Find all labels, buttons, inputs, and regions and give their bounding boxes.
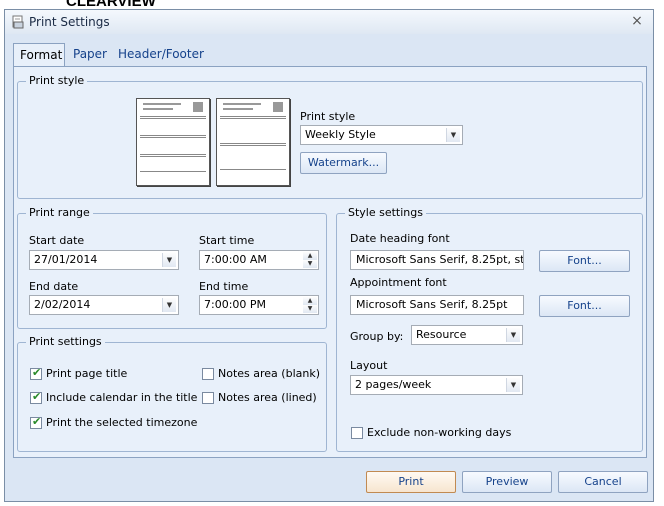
start-date-label: Start date	[29, 234, 85, 247]
close-button[interactable]: ×	[629, 13, 645, 29]
style-settings-group-label: Style settings	[345, 206, 426, 219]
print-style-label: Print style	[300, 110, 356, 123]
dialog-title: Print Settings	[29, 15, 110, 29]
layout-value: 2 pages/week	[355, 378, 432, 391]
dropdown-arrow-icon: ▼	[506, 378, 520, 392]
group-by-dropdown[interactable]: Resource ▼	[411, 325, 523, 345]
cancel-button[interactable]: Cancel	[558, 471, 648, 493]
exclude-nonworking-checkbox[interactable]	[351, 427, 363, 439]
notes-lined-checkbox[interactable]	[202, 392, 214, 404]
checkmark-icon: ✔	[32, 415, 42, 428]
end-date-label: End date	[29, 280, 79, 293]
notes-blank-checkbox[interactable]	[202, 368, 214, 380]
dropdown-arrow-icon: ▼	[506, 328, 520, 342]
style-settings-group: Style settings Date heading font Microso…	[336, 206, 643, 452]
style-preview-page-1	[136, 98, 210, 186]
date-heading-font-button[interactable]: Font...	[539, 250, 630, 272]
print-timezone-checkbox[interactable]: ✔	[30, 415, 42, 429]
end-date-value: 2/02/2014	[34, 298, 91, 311]
end-time-spinner[interactable]: 7:00:00 PM ▲ ▼	[199, 295, 319, 315]
include-calendar-label[interactable]: Include calendar in the title	[46, 391, 197, 404]
dropdown-arrow-icon: ▼	[446, 128, 460, 142]
start-time-label: Start time	[199, 234, 255, 247]
dropdown-arrow-icon: ▼	[162, 298, 176, 312]
checkmark-icon: ✔	[32, 366, 42, 379]
start-date-picker[interactable]: 27/01/2014 ▼	[29, 250, 179, 270]
start-time-spinner[interactable]: 7:00:00 AM ▲ ▼	[199, 250, 319, 270]
print-style-group-label: Print style	[26, 74, 88, 87]
print-timezone-label[interactable]: Print the selected timezone	[46, 416, 197, 429]
style-preview-page-2	[216, 98, 290, 186]
appointment-font-field[interactable]: Microsoft Sans Serif, 8.25pt	[350, 295, 524, 315]
tab-header-footer[interactable]: Header/Footer	[112, 43, 210, 67]
include-calendar-checkbox[interactable]: ✔	[30, 390, 42, 404]
watermark-button[interactable]: Watermark...	[300, 152, 387, 174]
appointment-font-label: Appointment font	[350, 276, 447, 289]
print-style-value: Weekly Style	[305, 128, 376, 141]
spin-up-icon[interactable]: ▲	[303, 252, 317, 260]
dropdown-arrow-icon: ▼	[162, 253, 176, 267]
tab-format[interactable]: Format	[13, 43, 65, 68]
print-page-title-label[interactable]: Print page title	[46, 367, 127, 380]
print-button[interactable]: Print	[366, 471, 456, 493]
notes-blank-label[interactable]: Notes area (blank)	[218, 367, 320, 380]
print-style-group: Print style Print style Weekly Style ▼ W…	[17, 74, 643, 199]
print-settings-group-label: Print settings	[26, 335, 105, 348]
notes-lined-label[interactable]: Notes area (lined)	[218, 391, 317, 404]
title-bar: Print Settings ×	[5, 10, 653, 34]
format-tab-panel: Print style Print style Weekly Style ▼ W…	[13, 66, 647, 458]
printer-icon	[12, 15, 24, 29]
preview-button[interactable]: Preview	[462, 471, 552, 493]
print-settings-group: Print settings ✔ Print page title ✔ Incl…	[17, 335, 327, 452]
date-heading-font-field[interactable]: Microsoft Sans Serif, 8.25pt, sty	[350, 250, 524, 270]
layout-label: Layout	[350, 359, 388, 372]
checkmark-icon: ✔	[32, 390, 42, 403]
print-range-group-label: Print range	[26, 206, 93, 219]
dialog-client: Format Paper Header/Footer Print style P…	[5, 34, 653, 501]
end-time-label: End time	[199, 280, 249, 293]
print-page-title-checkbox[interactable]: ✔	[30, 366, 42, 380]
start-date-value: 27/01/2014	[34, 253, 98, 266]
date-heading-font-label: Date heading font	[350, 232, 450, 245]
spin-down-icon[interactable]: ▼	[303, 260, 317, 268]
tab-paper[interactable]: Paper	[67, 43, 113, 67]
print-range-group: Print range Start date 27/01/2014 ▼ Star…	[17, 206, 327, 329]
group-by-label: Group by:	[350, 330, 404, 343]
print-style-dropdown[interactable]: Weekly Style ▼	[300, 125, 463, 145]
spin-up-icon[interactable]: ▲	[303, 297, 317, 305]
appointment-font-button[interactable]: Font...	[539, 295, 630, 317]
exclude-nonworking-label[interactable]: Exclude non-working days	[367, 426, 511, 439]
end-time-value: 7:00:00 PM	[204, 298, 267, 311]
group-by-value: Resource	[416, 328, 467, 341]
start-time-value: 7:00:00 AM	[204, 253, 267, 266]
end-date-picker[interactable]: 2/02/2014 ▼	[29, 295, 179, 315]
layout-dropdown[interactable]: 2 pages/week ▼	[350, 375, 523, 395]
print-settings-dialog: Print Settings × Format Paper Header/Foo…	[4, 9, 654, 502]
spin-down-icon[interactable]: ▼	[303, 305, 317, 313]
close-icon: ×	[631, 13, 643, 29]
